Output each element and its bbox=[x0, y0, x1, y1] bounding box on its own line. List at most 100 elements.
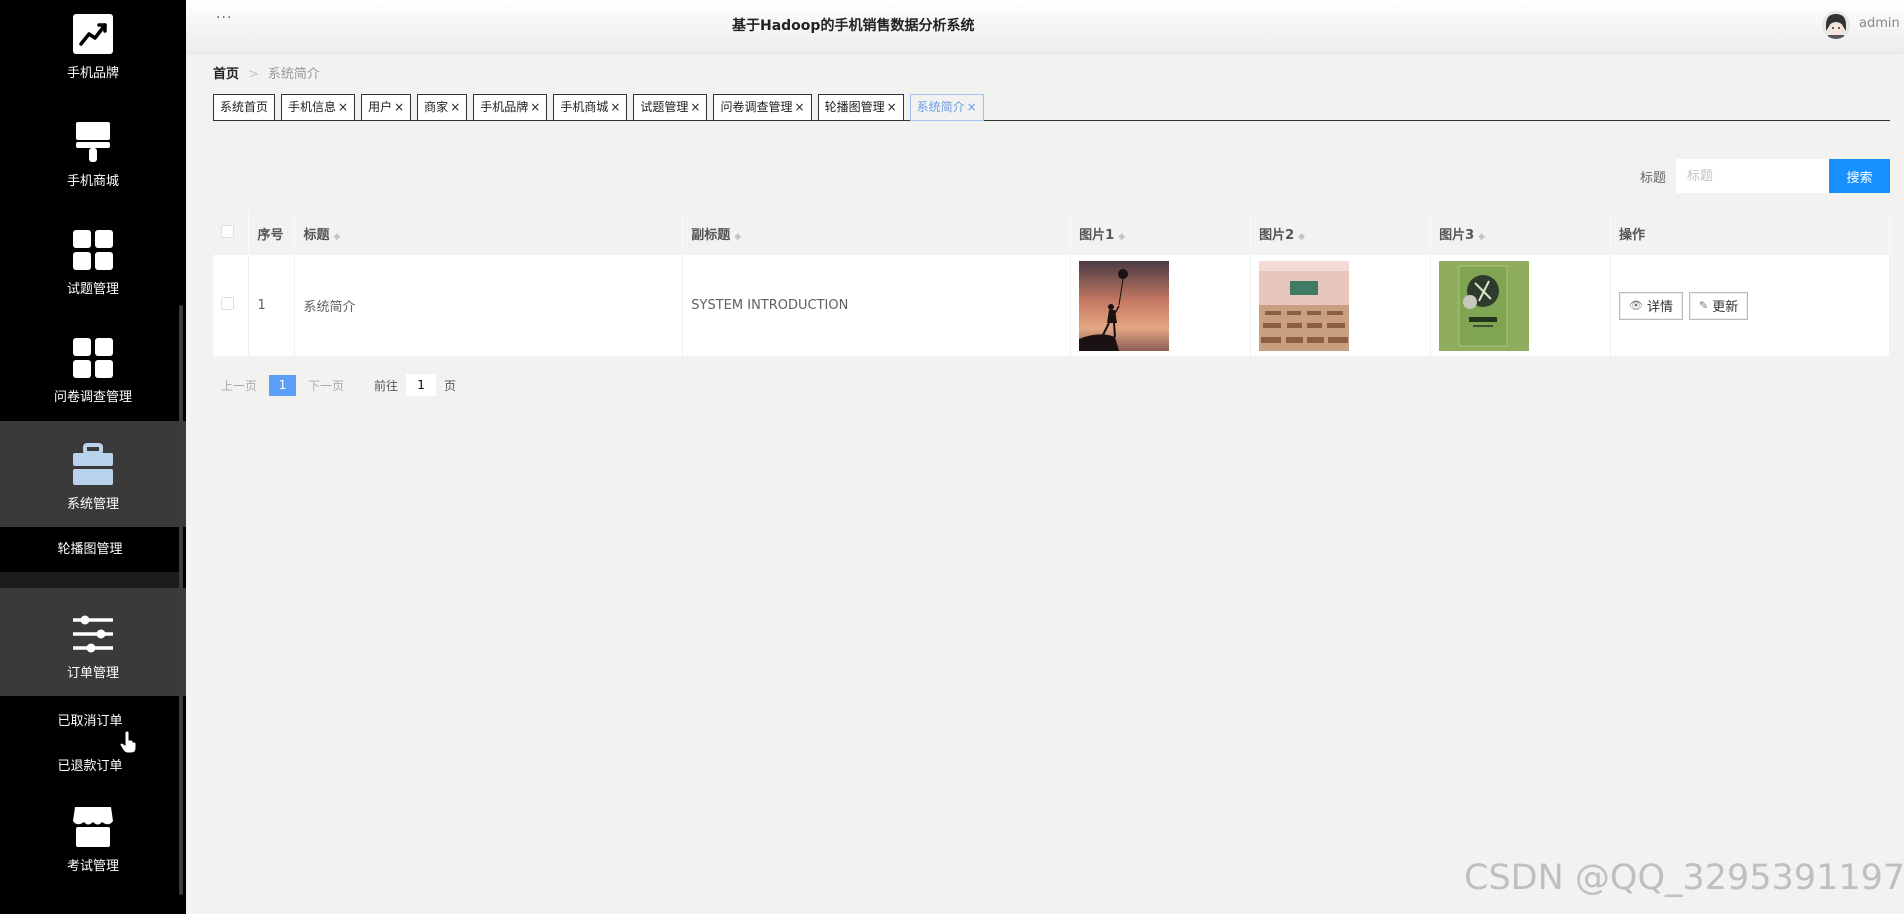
cell-pic1 bbox=[1070, 255, 1252, 356]
submenu-item-refunded-orders[interactable]: 已退款订单 bbox=[0, 755, 180, 774]
submenu-item-highlight bbox=[0, 572, 180, 588]
submenu-item-carousel[interactable]: 轮播图管理 bbox=[0, 538, 180, 572]
grid-icon bbox=[73, 230, 113, 270]
briefcase-icon bbox=[73, 443, 113, 485]
close-icon[interactable]: × bbox=[887, 95, 897, 120]
tab-system-home[interactable]: 系统首页 bbox=[213, 94, 276, 121]
watermark: CSDN @QQ_3295391197 bbox=[1464, 858, 1904, 898]
tab-carousel[interactable]: 轮播图管理 × bbox=[817, 94, 904, 121]
sliders-icon bbox=[73, 615, 113, 653]
tab-label: 系统首页 bbox=[220, 100, 269, 114]
column-header-index: 序号 bbox=[248, 211, 296, 255]
row-checkbox[interactable] bbox=[221, 297, 234, 310]
table-row: 1 系统简介 SYSTEM INTRODUCTION 👁 详情 ✎ 更新 bbox=[213, 255, 1890, 356]
row-checkbox-cell bbox=[213, 255, 250, 356]
cell-subtitle: SYSTEM INTRODUCTION bbox=[682, 255, 1072, 356]
sort-icon[interactable]: ◆ bbox=[1118, 232, 1125, 242]
eye-icon: 👁 bbox=[1629, 299, 1643, 312]
goto-label: 前往 bbox=[374, 378, 399, 393]
cell-index: 1 bbox=[248, 255, 296, 356]
sidebar-scrollbar[interactable] bbox=[179, 305, 183, 895]
tab-label: 商家 bbox=[424, 100, 449, 114]
column-header-title[interactable]: 标题 ◆ bbox=[294, 211, 684, 255]
sidebar-item-exam-questions[interactable]: 试题管理 bbox=[0, 228, 186, 297]
top-header: ··· 基于Hadoop的手机销售数据分析系统 admin bbox=[186, 0, 1904, 52]
prev-page-button[interactable]: 上一页 bbox=[221, 377, 257, 394]
close-icon[interactable]: × bbox=[795, 95, 805, 120]
hand-cursor-icon bbox=[120, 731, 136, 753]
shop-icon bbox=[73, 807, 113, 847]
tab-phone-info[interactable]: 手机信息 × bbox=[281, 94, 356, 121]
tab-bar: 系统首页 手机信息 × 用户 × 商家 × 手机品牌 × 手机商城 × 试题管理 × 问卷调… bbox=[213, 94, 1890, 121]
sort-icon[interactable]: ◆ bbox=[1478, 232, 1485, 242]
select-all-checkbox[interactable] bbox=[221, 224, 234, 238]
detail-button[interactable]: 👁 详情 bbox=[1619, 291, 1683, 320]
pagination: 上一页 1 下一页 前往 页 bbox=[221, 374, 456, 396]
sidebar-item-label: 问卷调查管理 bbox=[53, 390, 132, 405]
grid-icon bbox=[73, 338, 113, 378]
close-icon[interactable]: × bbox=[338, 95, 348, 120]
tab-users[interactable]: 用户 × bbox=[361, 94, 412, 121]
tab-label: 试题管理 bbox=[640, 100, 689, 114]
close-icon[interactable]: × bbox=[967, 95, 977, 120]
search-button[interactable]: 搜索 bbox=[1829, 159, 1890, 193]
column-header-pic2[interactable]: 图片2 ◆ bbox=[1250, 211, 1432, 255]
sidebar-item-exams[interactable]: 考试管理 bbox=[0, 805, 186, 874]
sidebar-item-system[interactable]: 系统管理 bbox=[0, 421, 186, 527]
tab-system-intro[interactable]: 系统简介 × bbox=[909, 94, 984, 121]
search-input[interactable] bbox=[1676, 159, 1829, 193]
thumbnail-image-book-cover[interactable] bbox=[1439, 260, 1530, 351]
sidebar-item-phone-mall[interactable]: 手机商城 bbox=[0, 120, 186, 189]
tab-phone-brand[interactable]: 手机品牌 × bbox=[473, 94, 548, 121]
column-header-pic1[interactable]: 图片1 ◆ bbox=[1070, 211, 1252, 255]
tab-phone-mall[interactable]: 手机商城 × bbox=[553, 94, 628, 121]
close-icon[interactable]: × bbox=[450, 95, 460, 120]
cell-pic3 bbox=[1430, 255, 1612, 356]
column-header-subtitle[interactable]: 副标题 ◆ bbox=[682, 211, 1072, 255]
close-icon[interactable]: × bbox=[610, 95, 620, 120]
sidebar-item-phone-brand[interactable]: 手机品牌 bbox=[0, 12, 186, 81]
cell-pic2 bbox=[1250, 255, 1432, 356]
submenu-item-cancelled-orders[interactable]: 已取消订单 bbox=[0, 710, 180, 729]
sidebar-item-label: 订单管理 bbox=[66, 666, 119, 681]
cell-actions: 👁 详情 ✎ 更新 bbox=[1610, 255, 1890, 356]
thumbnail-image-sunset-girl[interactable] bbox=[1079, 260, 1170, 351]
tab-survey[interactable]: 问卷调查管理 × bbox=[713, 94, 812, 121]
update-button[interactable]: ✎ 更新 bbox=[1689, 291, 1749, 320]
tab-label: 用户 bbox=[368, 100, 393, 114]
tab-label: 手机商城 bbox=[560, 100, 609, 114]
tab-exam-questions[interactable]: 试题管理 × bbox=[633, 94, 708, 121]
column-header-pic3[interactable]: 图片3 ◆ bbox=[1430, 211, 1612, 255]
sidebar-item-survey[interactable]: 问卷调查管理 bbox=[0, 336, 186, 405]
sort-icon[interactable]: ◆ bbox=[333, 232, 340, 242]
tab-label: 手机信息 bbox=[288, 100, 337, 114]
close-icon[interactable]: × bbox=[530, 95, 540, 120]
app-title: 基于Hadoop的手机销售数据分析系统 bbox=[732, 18, 975, 34]
breadcrumb: 首页 > 系统简介 bbox=[213, 63, 320, 82]
sidebar-item-label: 手机品牌 bbox=[66, 66, 119, 81]
sort-icon[interactable]: ◆ bbox=[734, 232, 741, 242]
brush-icon bbox=[76, 122, 110, 162]
breadcrumb-home[interactable]: 首页 bbox=[213, 67, 239, 82]
thumbnail-image-classroom[interactable] bbox=[1259, 260, 1350, 351]
close-icon[interactable]: × bbox=[690, 95, 700, 120]
sidebar: 手机品牌 手机商城 试题管理 问卷调查管理 系统管理 轮播图管理 订单管理 已取… bbox=[0, 0, 186, 914]
sort-icon[interactable]: ◆ bbox=[1298, 232, 1305, 242]
sidebar-item-label: 试题管理 bbox=[66, 282, 119, 297]
tab-label: 手机品牌 bbox=[480, 100, 529, 114]
tab-label: 轮播图管理 bbox=[824, 100, 885, 114]
search-label: 标题 bbox=[1640, 171, 1667, 186]
avatar[interactable] bbox=[1822, 11, 1850, 39]
user-name[interactable]: admin bbox=[1859, 16, 1900, 31]
goto-unit: 页 bbox=[444, 378, 457, 393]
goto-page-input[interactable] bbox=[406, 374, 437, 396]
next-page-button[interactable]: 下一页 bbox=[308, 377, 344, 394]
close-icon[interactable]: × bbox=[394, 95, 404, 120]
more-dots-icon[interactable]: ··· bbox=[216, 10, 232, 26]
page-number-current[interactable]: 1 bbox=[269, 374, 297, 396]
tab-merchants[interactable]: 商家 × bbox=[417, 94, 468, 121]
sidebar-item-orders[interactable]: 订单管理 bbox=[0, 588, 186, 696]
edit-icon: ✎ bbox=[1699, 299, 1709, 312]
sidebar-item-label: 手机商城 bbox=[66, 174, 119, 189]
header-checkbox-cell bbox=[213, 211, 250, 255]
